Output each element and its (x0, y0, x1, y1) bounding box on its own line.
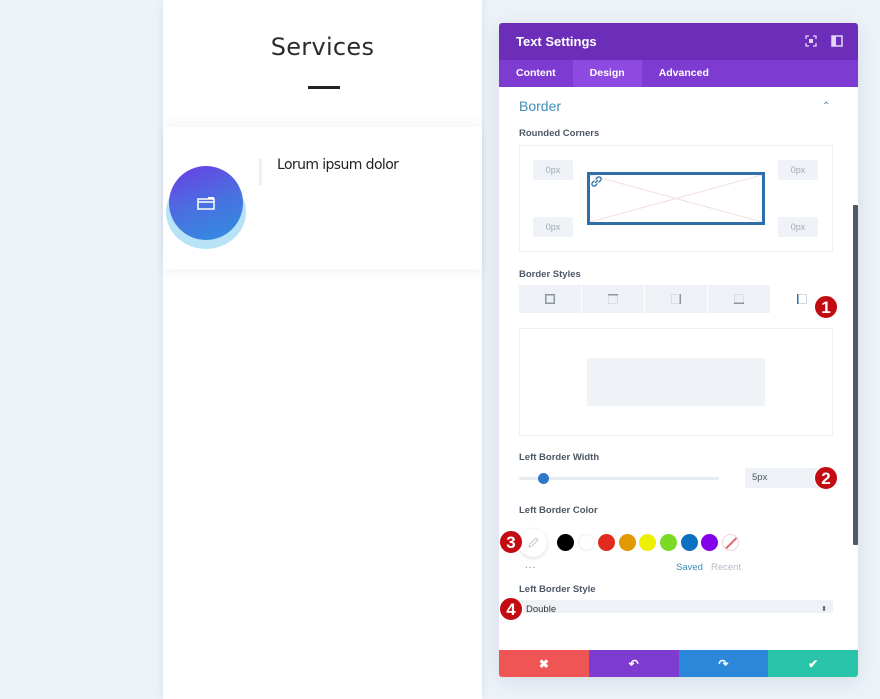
link-icon[interactable] (590, 175, 603, 188)
border-styles-selector (519, 285, 833, 313)
color-swatch[interactable] (701, 534, 719, 551)
select-arrows-icon: ⬍ (821, 606, 827, 613)
undo-button[interactable]: ↶ (588, 650, 679, 677)
annotation-badge-3: 3 (499, 530, 523, 554)
left-border-style-value: Double (526, 604, 557, 613)
saved-colors-tab[interactable]: Saved (676, 562, 703, 573)
border-style-bottom-button[interactable] (708, 285, 770, 313)
border-left-icon (797, 294, 807, 304)
corner-top-left-input[interactable]: 0px (533, 160, 573, 180)
more-colors-button[interactable]: ... (525, 560, 536, 571)
cancel-button[interactable]: ✖ (499, 650, 589, 677)
annotation-badge-1: 1 (814, 295, 838, 319)
corner-preview-diagonals (590, 175, 762, 222)
rounded-corners-control: 0px 0px 0px 0px (519, 145, 833, 252)
border-preview-inner (587, 358, 765, 406)
modal-body: Border ⌃ Rounded Corners 0px 0px 0px 0px… (499, 87, 858, 613)
left-border-style-select[interactable]: Double ⬍ (519, 600, 833, 613)
tab-content[interactable]: Content (499, 60, 573, 87)
color-swatch[interactable] (557, 534, 574, 551)
modal-title: Text Settings (516, 34, 597, 49)
fullscreen-icon[interactable] (805, 35, 817, 47)
left-border-style-label: Left Border Style (519, 584, 596, 595)
chevron-up-icon[interactable]: ⌃ (822, 101, 830, 112)
sidebar-toggle-icon[interactable] (831, 35, 843, 47)
border-style-right-button[interactable] (645, 285, 707, 313)
swatch-transparent[interactable] (721, 534, 739, 551)
color-swatch[interactable] (598, 534, 616, 551)
border-preview (519, 328, 833, 436)
tab-design[interactable]: Design (572, 60, 642, 87)
service-card[interactable]: Lorum ipsum dolor (163, 127, 482, 269)
color-swatch[interactable] (577, 534, 595, 551)
annotation-badge-2: 2 (814, 466, 838, 490)
color-swatch[interactable] (680, 534, 698, 551)
border-all-icon (545, 294, 555, 304)
annotation-badge-4: 4 (499, 597, 523, 621)
border-style-top-button[interactable] (582, 285, 644, 313)
card-left-border (259, 159, 262, 185)
color-swatch[interactable] (659, 534, 677, 551)
recent-colors-tab[interactable]: Recent (711, 562, 741, 573)
section-title-border[interactable]: Border (519, 98, 561, 114)
left-border-color-label: Left Border Color (519, 505, 598, 516)
border-top-icon (608, 294, 618, 304)
border-style-all-button[interactable] (519, 285, 581, 313)
text-settings-modal: Text Settings Content Design Advanced Bo… (499, 23, 858, 677)
modal-scrollbar[interactable] (853, 205, 858, 545)
icon-circle (169, 166, 243, 240)
corner-bottom-right-input[interactable]: 0px (778, 217, 818, 237)
preview-page: Services Lorum ipsum dolor (163, 0, 482, 699)
folder-icon (197, 197, 215, 210)
left-border-width-label: Left Border Width (519, 452, 600, 463)
eyedropper-icon (528, 537, 539, 548)
border-bottom-icon (734, 294, 744, 304)
title-divider (308, 86, 340, 89)
color-swatch[interactable] (639, 534, 657, 551)
card-heading[interactable]: Lorum ipsum dolor (277, 157, 399, 173)
tab-bar: Content Design Advanced (499, 60, 858, 87)
slider-handle[interactable] (538, 473, 549, 484)
corner-bottom-left-input[interactable]: 0px (533, 217, 573, 237)
save-button[interactable]: ✔ (768, 650, 858, 677)
redo-button[interactable]: ↷ (678, 650, 769, 677)
border-right-icon (671, 294, 681, 304)
corner-top-right-input[interactable]: 0px (778, 160, 818, 180)
border-styles-label: Border Styles (519, 269, 581, 280)
modal-header[interactable]: Text Settings (499, 23, 858, 60)
rounded-corners-label: Rounded Corners (519, 128, 600, 139)
color-picker-button[interactable] (519, 529, 547, 557)
corner-preview (587, 172, 765, 225)
tab-advanced[interactable]: Advanced (642, 60, 726, 87)
left-border-width-slider[interactable] (519, 473, 719, 484)
color-swatches (557, 534, 742, 551)
color-swatch[interactable] (618, 534, 636, 551)
page-title: Services (270, 33, 375, 61)
modal-footer: ✖ ↶ ↷ ✔ (499, 650, 858, 677)
